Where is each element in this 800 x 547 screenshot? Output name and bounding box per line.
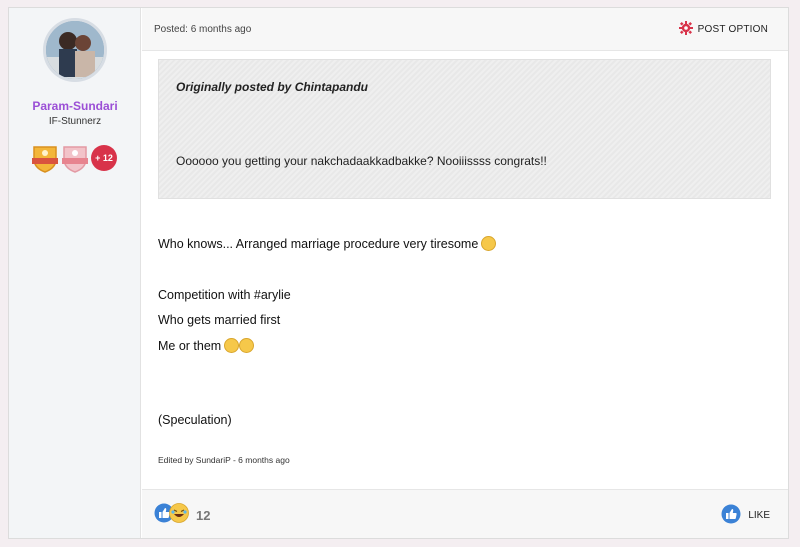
post-option-label: POST OPTION bbox=[697, 24, 768, 35]
quote-author: Originally posted by Chintapandu bbox=[176, 80, 369, 94]
user-avatar[interactable] bbox=[43, 18, 107, 82]
gold-award-badge-icon[interactable] bbox=[31, 143, 59, 178]
like-label: LIKE bbox=[748, 510, 770, 521]
post-body-line: Competition with #arylie bbox=[158, 288, 291, 302]
woozy-face-emoji-icon bbox=[224, 338, 240, 353]
username[interactable]: Param-Sundari bbox=[9, 99, 141, 113]
post-text: Competition with #arylie bbox=[158, 288, 291, 302]
post-text: Me or them bbox=[158, 338, 222, 353]
reactions-summary[interactable]: 12 bbox=[154, 503, 210, 528]
gear-icon bbox=[678, 21, 693, 38]
post-option-button[interactable]: POST OPTION bbox=[678, 21, 768, 38]
post-body-line: Who gets married first bbox=[158, 313, 280, 327]
post-header: Posted: 6 months ago POST OPTION bbox=[142, 8, 788, 51]
laughing-reaction-icon bbox=[169, 503, 189, 528]
post-body-line: (Speculation) bbox=[158, 413, 232, 427]
post-text: Who gets married first bbox=[158, 313, 281, 327]
pink-award-badge-icon[interactable] bbox=[61, 143, 89, 178]
quote-block: Originally posted by Chintapandu Oooooo … bbox=[158, 59, 771, 199]
forum-post: Param-Sundari IF-Stunnerz + 12 Posted: 6… bbox=[8, 7, 789, 539]
shushing-face-emoji-icon bbox=[481, 236, 497, 251]
post-text: (Speculation) bbox=[158, 413, 232, 427]
user-sidebar: Param-Sundari IF-Stunnerz + 12 bbox=[9, 8, 141, 538]
user-title: IF-Stunnerz bbox=[48, 116, 102, 127]
post-body-line: Me or them bbox=[158, 338, 255, 353]
posted-time: Posted: 6 months ago bbox=[154, 24, 252, 35]
reaction-count: 12 bbox=[196, 508, 211, 523]
post-footer: 12 LIKE bbox=[142, 489, 788, 538]
user-badges: + 12 bbox=[31, 143, 131, 173]
post-body-line: Who knows... Arranged marriage procedure… bbox=[158, 236, 497, 251]
post-text: Who knows... Arranged marriage procedure… bbox=[158, 236, 479, 251]
more-badges-count[interactable]: + 12 bbox=[91, 145, 117, 171]
like-button[interactable]: LIKE bbox=[721, 504, 770, 527]
edited-note: Edited by SundariP - 6 months ago bbox=[158, 455, 290, 465]
quote-text: Oooooo you getting your nakchadaakkadbak… bbox=[176, 154, 547, 168]
woozy-face-emoji-icon bbox=[239, 338, 255, 353]
thumbs-up-icon bbox=[721, 504, 741, 527]
